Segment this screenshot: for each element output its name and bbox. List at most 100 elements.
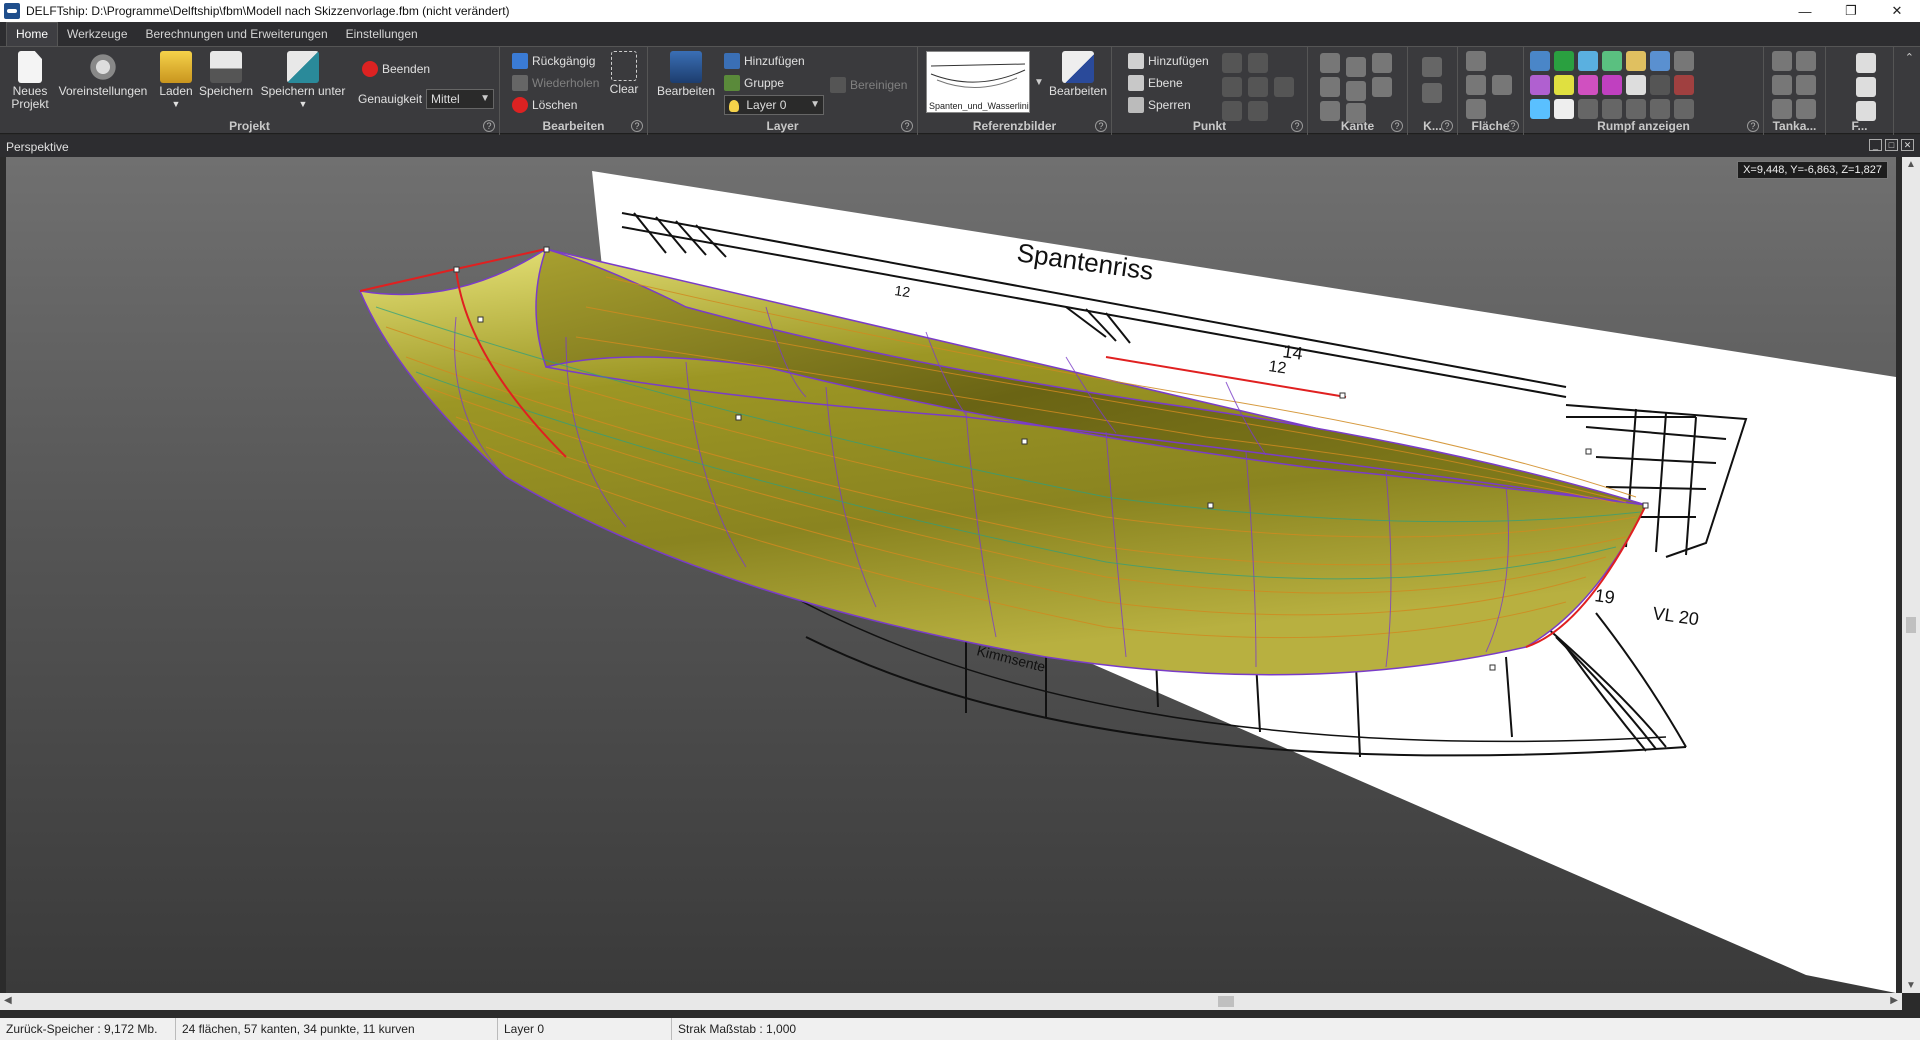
layer-select[interactable]: Layer 0 ▼	[724, 95, 824, 115]
close-button[interactable]: ✕	[1874, 0, 1920, 22]
tab-berechnungen[interactable]: Berechnungen und Erweiterungen	[137, 23, 337, 46]
display-developability-icon[interactable]	[1626, 75, 1646, 95]
tab-home[interactable]: Home	[6, 22, 59, 46]
laden-button[interactable]: Laden ▼	[156, 51, 196, 111]
display-gauss-icon[interactable]	[1602, 75, 1622, 95]
edge-tool-icon[interactable]	[1372, 77, 1392, 97]
layer-bearbeiten-button[interactable]: Bearbeiten	[656, 51, 716, 98]
frame-tool-icon[interactable]	[1856, 53, 1876, 73]
edge-tool-icon[interactable]	[1320, 77, 1340, 97]
reference-image-thumbnail[interactable]: Spanten_und_Wasserlini...	[926, 51, 1030, 113]
help-icon[interactable]: ?	[483, 120, 495, 132]
viewport-close-icon[interactable]: ✕	[1901, 139, 1914, 151]
referenz-bearbeiten-button[interactable]: Bearbeiten	[1048, 51, 1108, 98]
surface-tool-icon[interactable]	[1492, 75, 1512, 95]
display-hydrostatics-icon[interactable]	[1674, 51, 1694, 71]
display-tool-icon[interactable]	[1650, 99, 1670, 119]
horizontal-scrollbar[interactable]: ◀ ▶	[0, 993, 1902, 1010]
minimize-button[interactable]: —	[1782, 0, 1828, 22]
edge-tool-icon[interactable]	[1372, 53, 1392, 73]
point-tool-icon[interactable]	[1248, 77, 1268, 97]
help-icon[interactable]: ?	[1095, 120, 1107, 132]
display-tool-icon[interactable]	[1626, 99, 1646, 119]
horizontal-scroll-thumb[interactable]	[1218, 996, 1234, 1007]
scroll-right-icon[interactable]: ▶	[1890, 995, 1898, 1006]
edge-tool-icon[interactable]	[1346, 81, 1366, 101]
speichern-button[interactable]: Speichern	[198, 51, 254, 98]
tank-tool-icon[interactable]	[1796, 99, 1816, 119]
bereinigen-button[interactable]: Bereinigen	[830, 75, 907, 95]
display-zebra-icon[interactable]	[1578, 75, 1598, 95]
help-icon[interactable]: ?	[1391, 120, 1403, 132]
edge-tool-icon[interactable]	[1346, 57, 1366, 77]
tab-einstellungen[interactable]: Einstellungen	[337, 23, 427, 46]
loeschen-button[interactable]: Löschen	[512, 95, 577, 115]
display-control-net-icon[interactable]	[1530, 51, 1550, 71]
beenden-button[interactable]: Beenden	[362, 59, 430, 79]
display-tool-icon[interactable]	[1602, 99, 1622, 119]
tank-tool-icon[interactable]	[1796, 75, 1816, 95]
punkt-hinzufuegen-button[interactable]: Hinzufügen	[1128, 51, 1209, 71]
help-icon[interactable]: ?	[1507, 120, 1519, 132]
display-stations-icon[interactable]	[1578, 51, 1598, 71]
curve-tool-icon[interactable]	[1422, 83, 1442, 103]
scroll-down-icon[interactable]: ▼	[1906, 980, 1916, 991]
viewport-canvas[interactable]: Spantenriss 12 14 12 19 VL 20 Kimmsente	[6, 157, 1896, 993]
wiederholen-button[interactable]: Wiederholen	[512, 73, 599, 93]
perspective-viewport[interactable]: Spantenriss 12 14 12 19 VL 20 Kimmsente …	[6, 157, 1896, 993]
edge-tool-icon[interactable]	[1320, 101, 1340, 121]
voreinstellungen-button[interactable]: Voreinstellungen	[55, 51, 151, 98]
display-diagonals-icon[interactable]	[1650, 51, 1670, 71]
frame-tool-icon[interactable]	[1856, 101, 1876, 121]
point-tool-icon[interactable]	[1248, 101, 1268, 121]
surface-tool-icon[interactable]	[1466, 51, 1486, 71]
help-icon[interactable]: ?	[1441, 120, 1453, 132]
display-shading-icon[interactable]	[1554, 75, 1574, 95]
tab-werkzeuge[interactable]: Werkzeuge	[58, 23, 136, 46]
clear-button[interactable]: Clear	[606, 51, 642, 96]
rueckgaengig-button[interactable]: Rückgängig	[512, 51, 595, 71]
point-tool-icon[interactable]	[1222, 101, 1242, 121]
speichern-unter-button[interactable]: Speichern unter ▼	[258, 51, 348, 111]
genauigkeit-select[interactable]: Mittel ▼	[426, 89, 494, 109]
vertical-scroll-thumb[interactable]	[1906, 617, 1916, 633]
point-tool-icon[interactable]	[1274, 77, 1294, 97]
tank-tool-icon[interactable]	[1772, 99, 1792, 119]
tank-tool-icon[interactable]	[1772, 51, 1792, 71]
surface-tool-icon[interactable]	[1466, 99, 1486, 119]
surface-tool-icon[interactable]	[1466, 75, 1486, 95]
layer-gruppe-button[interactable]: Gruppe	[724, 73, 784, 93]
display-curvature-icon[interactable]	[1530, 75, 1550, 95]
help-icon[interactable]: ?	[1291, 120, 1303, 132]
laden-dropdown-icon[interactable]: ▼	[172, 98, 181, 111]
viewport-maximize-icon[interactable]: □	[1885, 139, 1898, 151]
display-markers-icon[interactable]	[1554, 99, 1574, 119]
frame-tool-icon[interactable]	[1856, 77, 1876, 97]
speichern-unter-dropdown-icon[interactable]: ▼	[299, 98, 308, 111]
display-water-icon[interactable]	[1530, 99, 1550, 119]
reference-dropdown-icon[interactable]: ▼	[1034, 77, 1044, 88]
display-flowlines-icon[interactable]	[1650, 75, 1670, 95]
curve-tool-icon[interactable]	[1422, 57, 1442, 77]
vertical-scrollbar[interactable]: ▲ ▼	[1902, 157, 1920, 993]
ribbon-collapse-icon[interactable]: ⌃	[1905, 51, 1914, 64]
scroll-left-icon[interactable]: ◀	[4, 995, 12, 1006]
help-icon[interactable]: ?	[631, 120, 643, 132]
display-interior-edges-icon[interactable]	[1554, 51, 1574, 71]
display-waterlines-icon[interactable]	[1626, 51, 1646, 71]
viewport-minimize-icon[interactable]: _	[1869, 139, 1882, 151]
point-tool-icon[interactable]	[1222, 77, 1242, 97]
punkt-sperren-button[interactable]: Sperren	[1128, 95, 1191, 115]
point-tool-icon[interactable]	[1222, 53, 1242, 73]
layer-hinzufuegen-button[interactable]: Hinzufügen	[724, 51, 805, 71]
display-grid-icon[interactable]	[1674, 75, 1694, 95]
display-tool-icon[interactable]	[1674, 99, 1694, 119]
display-tool-icon[interactable]	[1578, 99, 1598, 119]
display-buttocks-icon[interactable]	[1602, 51, 1622, 71]
scroll-up-icon[interactable]: ▲	[1906, 159, 1916, 170]
restore-button[interactable]: ❐	[1828, 0, 1874, 22]
point-tool-icon[interactable]	[1248, 53, 1268, 73]
tank-tool-icon[interactable]	[1796, 51, 1816, 71]
help-icon[interactable]: ?	[901, 120, 913, 132]
tank-tool-icon[interactable]	[1772, 75, 1792, 95]
